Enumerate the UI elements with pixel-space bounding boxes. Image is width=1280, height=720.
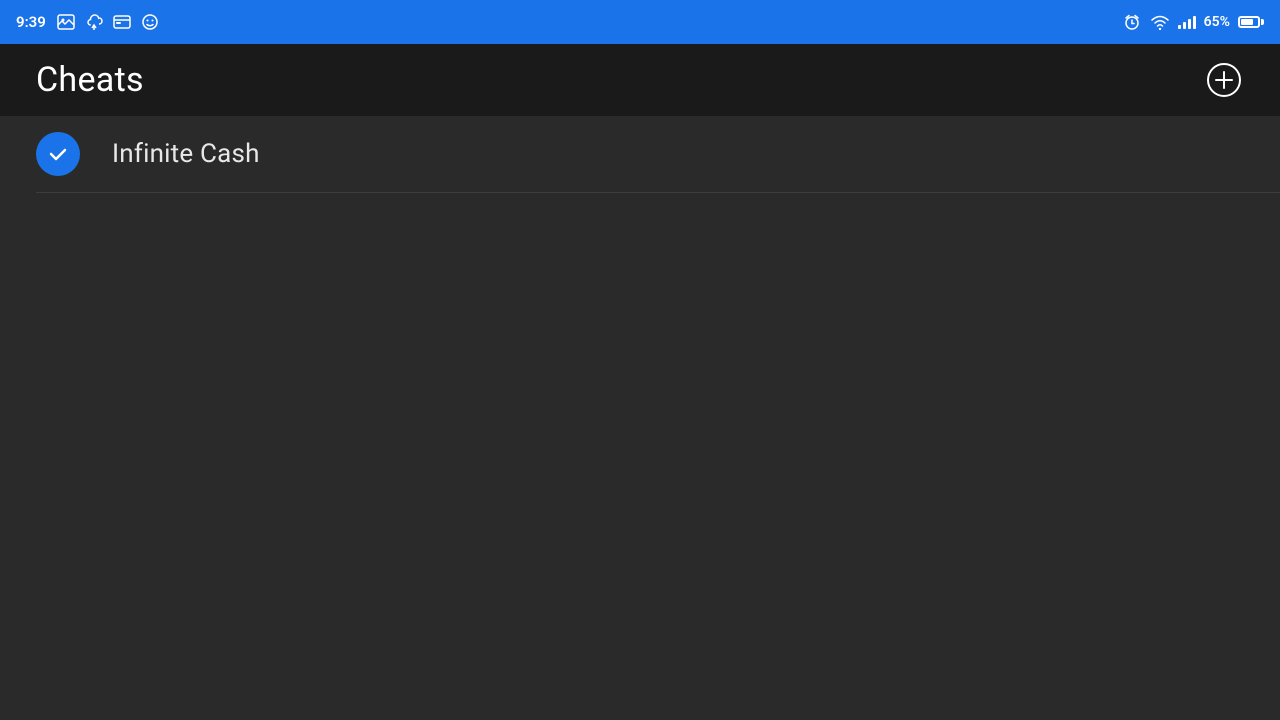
- add-cheat-button[interactable]: [1204, 60, 1244, 100]
- page-title: Cheats: [36, 60, 144, 100]
- status-time: 9:39: [16, 13, 46, 31]
- cheat-enabled-icon: [36, 132, 80, 176]
- wifi-icon: [1150, 12, 1170, 32]
- battery-percent: 65%: [1204, 14, 1230, 30]
- add-circle-icon: [1206, 62, 1242, 98]
- cheat-label-0: Infinite Cash: [112, 139, 260, 169]
- alarm-icon: [1122, 12, 1142, 32]
- status-icons: [56, 12, 160, 32]
- face-icon: [140, 12, 160, 32]
- status-bar: 9:39: [0, 0, 1280, 44]
- status-bar-left: 9:39: [16, 12, 160, 32]
- signal-bars-icon: [1178, 15, 1196, 29]
- cloud-upload-icon: [84, 12, 104, 32]
- checkmark-icon: [46, 142, 70, 166]
- status-bar-right: 65%: [1122, 12, 1264, 32]
- cheats-list: Infinite Cash: [0, 116, 1280, 193]
- battery-icon: [1238, 16, 1264, 28]
- image-icon: [56, 12, 76, 32]
- toolbar: Cheats: [0, 44, 1280, 116]
- card-icon: [112, 12, 132, 32]
- cheat-item-0[interactable]: Infinite Cash: [0, 116, 1280, 192]
- divider-0: [36, 192, 1280, 193]
